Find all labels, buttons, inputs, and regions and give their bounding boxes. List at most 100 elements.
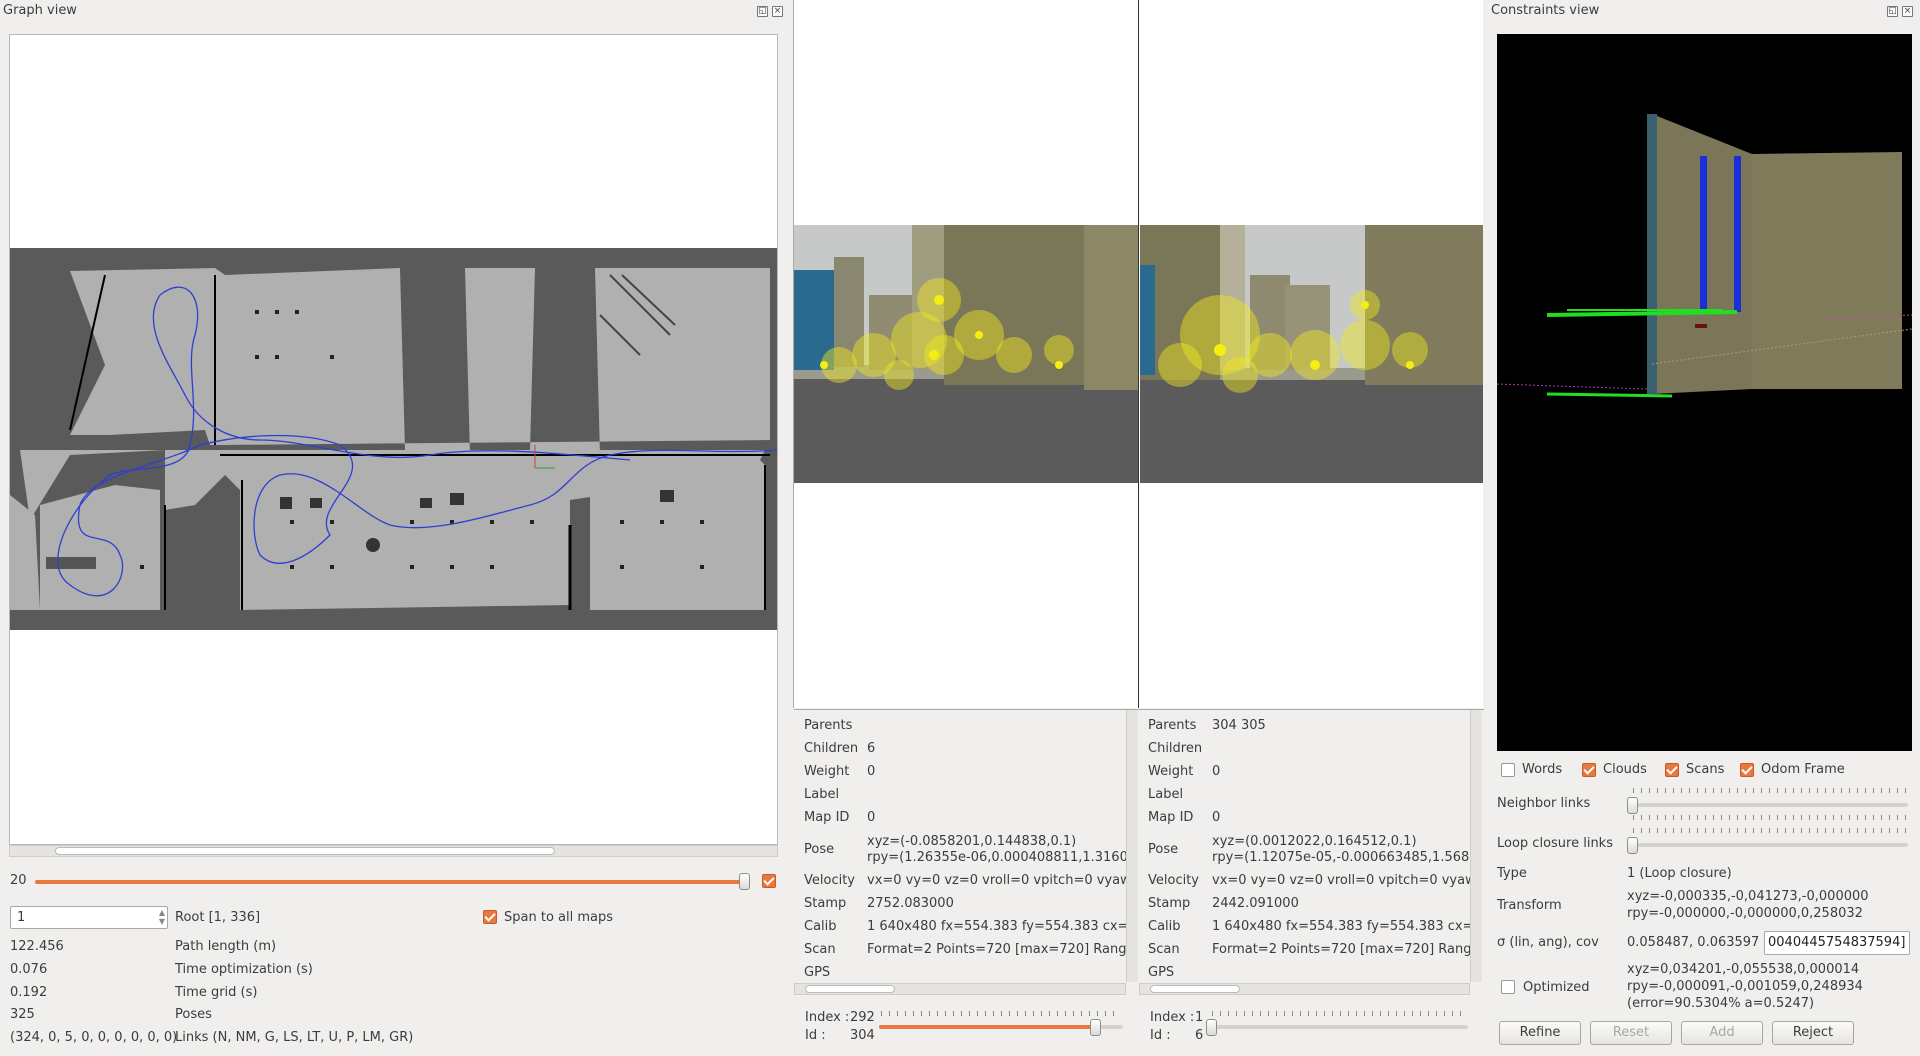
graph-hscrollbar[interactable] bbox=[9, 845, 778, 857]
graph-view-title: Graph view bbox=[3, 3, 77, 18]
node-b-image bbox=[1140, 225, 1483, 483]
node-b-index-value: 1 bbox=[1195, 1010, 1204, 1025]
children-label: Children bbox=[1148, 741, 1203, 756]
scan-label: Scan bbox=[804, 942, 836, 957]
node-b-hscroll-thumb[interactable] bbox=[1150, 985, 1240, 993]
sigma-value: 0.058487, 0.063597 bbox=[1627, 935, 1760, 950]
label-label: Label bbox=[804, 787, 840, 802]
neighbor-links-slider[interactable] bbox=[1630, 803, 1908, 807]
max-depth-slider-handle[interactable] bbox=[739, 873, 750, 890]
span-to-all-maps-label: Span to all maps bbox=[504, 910, 614, 925]
close-icon[interactable]: × bbox=[772, 6, 783, 17]
gps-label: GPS bbox=[804, 965, 831, 980]
stat-label: Time optimization (s) bbox=[175, 962, 313, 977]
node-b-id-value: 6 bbox=[1195, 1028, 1204, 1043]
node-a-slider-fill bbox=[879, 1025, 1097, 1029]
spin-arrows-icon[interactable]: ▲ ▼ bbox=[159, 908, 165, 926]
pose-rpy: rpy=(1.26355e-06,0.000408811,1.3160 bbox=[867, 850, 1126, 865]
words-label: Words bbox=[1522, 762, 1563, 777]
span-to-all-maps-checkbox[interactable] bbox=[483, 910, 497, 924]
calib-label: Calib bbox=[804, 919, 837, 934]
graph-canvas[interactable] bbox=[9, 34, 778, 845]
weight-label: Weight bbox=[804, 764, 850, 779]
velocity-value: vx=0 vy=0 vz=0 vroll=0 vpitch=0 vyaw= bbox=[867, 873, 1126, 888]
close-icon[interactable]: × bbox=[1902, 6, 1913, 17]
parents-label: Parents bbox=[1148, 718, 1197, 733]
neighbor-links-slider-handle[interactable] bbox=[1627, 797, 1638, 814]
node-b-slider-handle[interactable] bbox=[1206, 1019, 1217, 1036]
constraints-3d-view[interactable] bbox=[1497, 34, 1912, 751]
transform-xyz: xyz=-0,000335,-0,041273,-0,000000 bbox=[1627, 889, 1869, 904]
node-a-hscroll-thumb[interactable] bbox=[805, 985, 895, 993]
odom-frame-checkbox[interactable] bbox=[1740, 763, 1754, 777]
root-spinbox[interactable]: 1 ▲ ▼ bbox=[10, 906, 168, 929]
max-depth-slider-fill bbox=[35, 880, 743, 884]
parents-value: 304 305 bbox=[1212, 718, 1266, 733]
node-a-vscrollbar[interactable] bbox=[1126, 710, 1138, 982]
transform-rpy: rpy=-0,000000,-0,000000,0,258032 bbox=[1627, 906, 1863, 921]
clouds-label: Clouds bbox=[1603, 762, 1647, 777]
node-divider bbox=[1138, 0, 1139, 708]
loop-closure-ticks bbox=[1633, 828, 1907, 833]
node-a-slider-handle[interactable] bbox=[1090, 1019, 1101, 1036]
odom-frame-label: Odom Frame bbox=[1761, 762, 1845, 777]
scan-value: Format=2 Points=720 [max=720] Rang bbox=[867, 942, 1126, 957]
node-b-hscrollbar[interactable] bbox=[1139, 983, 1470, 995]
node-a-id-label: Id : bbox=[805, 1028, 826, 1043]
covariance-field-value: 0040445754837594] bbox=[1768, 935, 1906, 950]
constraints-view-title: Constraints view bbox=[1491, 3, 1600, 18]
stat-value: (324, 0, 5, 0, 0, 0, 0, 0, 0) bbox=[10, 1030, 178, 1045]
node-b-vscrollbar[interactable] bbox=[1470, 710, 1482, 982]
children-value: 6 bbox=[867, 741, 876, 756]
stat-label: Time grid (s) bbox=[175, 985, 258, 1000]
transform-label: Transform bbox=[1497, 898, 1562, 913]
node-a-image bbox=[794, 225, 1138, 483]
stamp-value: 2442.091000 bbox=[1212, 896, 1299, 911]
velocity-label: Velocity bbox=[1148, 873, 1199, 888]
reject-button[interactable]: Reject bbox=[1772, 1021, 1854, 1045]
mapid-value: 0 bbox=[867, 810, 876, 825]
stamp-value: 2752.083000 bbox=[867, 896, 954, 911]
node-a-hscrollbar[interactable] bbox=[794, 983, 1126, 995]
parents-label: Parents bbox=[804, 718, 853, 733]
pose-xyz: xyz=(0.0012022,0.164512,0.1) bbox=[1212, 834, 1417, 849]
graph-hscroll-thumb[interactable] bbox=[55, 847, 555, 855]
stat-label: Poses bbox=[175, 1007, 212, 1022]
mapid-label: Map ID bbox=[804, 810, 850, 825]
loop-closure-links-label: Loop closure links bbox=[1497, 836, 1613, 851]
covariance-field[interactable]: 0040445754837594] bbox=[1764, 931, 1910, 955]
optimized-xyz: xyz=0,034201,-0,055538,0,000014 bbox=[1627, 962, 1860, 977]
neighbor-links-label: Neighbor links bbox=[1497, 796, 1591, 811]
neighbor-links-ticks bbox=[1633, 788, 1907, 793]
velocity-label: Velocity bbox=[804, 873, 855, 888]
root-label: Root [1, 336] bbox=[175, 910, 261, 925]
mapid-value: 0 bbox=[1212, 810, 1221, 825]
float-icon[interactable]: ◱ bbox=[757, 6, 768, 17]
neighbor-links-ticks-bottom bbox=[1633, 815, 1907, 820]
clouds-checkbox[interactable] bbox=[1582, 763, 1596, 777]
optimized-error: (error=90.5304% a=0.5247) bbox=[1627, 996, 1815, 1011]
stat-label: Links (N, NM, G, LS, LT, U, P, LM, GR) bbox=[175, 1030, 414, 1045]
sigma-label: σ (lin, ang), cov bbox=[1497, 935, 1599, 950]
occupancy-map bbox=[10, 248, 777, 630]
pose-rpy: rpy=(1.12075e-05,-0.000663485,1.568 bbox=[1212, 850, 1470, 865]
refine-button[interactable]: Refine bbox=[1499, 1021, 1581, 1045]
add-button[interactable]: Add bbox=[1681, 1021, 1763, 1045]
loop-closure-links-slider[interactable] bbox=[1630, 843, 1908, 847]
scans-checkbox[interactable] bbox=[1665, 763, 1679, 777]
loop-closure-links-slider-handle[interactable] bbox=[1627, 837, 1638, 854]
reset-button[interactable]: Reset bbox=[1590, 1021, 1672, 1045]
optimized-label: Optimized bbox=[1523, 980, 1590, 995]
mapid-label: Map ID bbox=[1148, 810, 1194, 825]
optimized-checkbox[interactable] bbox=[1501, 980, 1515, 994]
node-b-slider[interactable] bbox=[1210, 1025, 1468, 1029]
max-depth-checkbox[interactable] bbox=[762, 874, 776, 888]
stat-value: 325 bbox=[10, 1007, 35, 1022]
type-label: Type bbox=[1497, 866, 1527, 881]
words-checkbox[interactable] bbox=[1501, 763, 1515, 777]
calib-value: 1 640x480 fx=554.383 fy=554.383 cx= bbox=[867, 919, 1126, 934]
pose-label: Pose bbox=[804, 842, 835, 857]
pose-label: Pose bbox=[1148, 842, 1179, 857]
node-b-pose-clip: xyz=(0.0012022,0.164512,0.1) rpy=(1.1207… bbox=[1212, 834, 1470, 868]
float-icon[interactable]: ◱ bbox=[1887, 6, 1898, 17]
